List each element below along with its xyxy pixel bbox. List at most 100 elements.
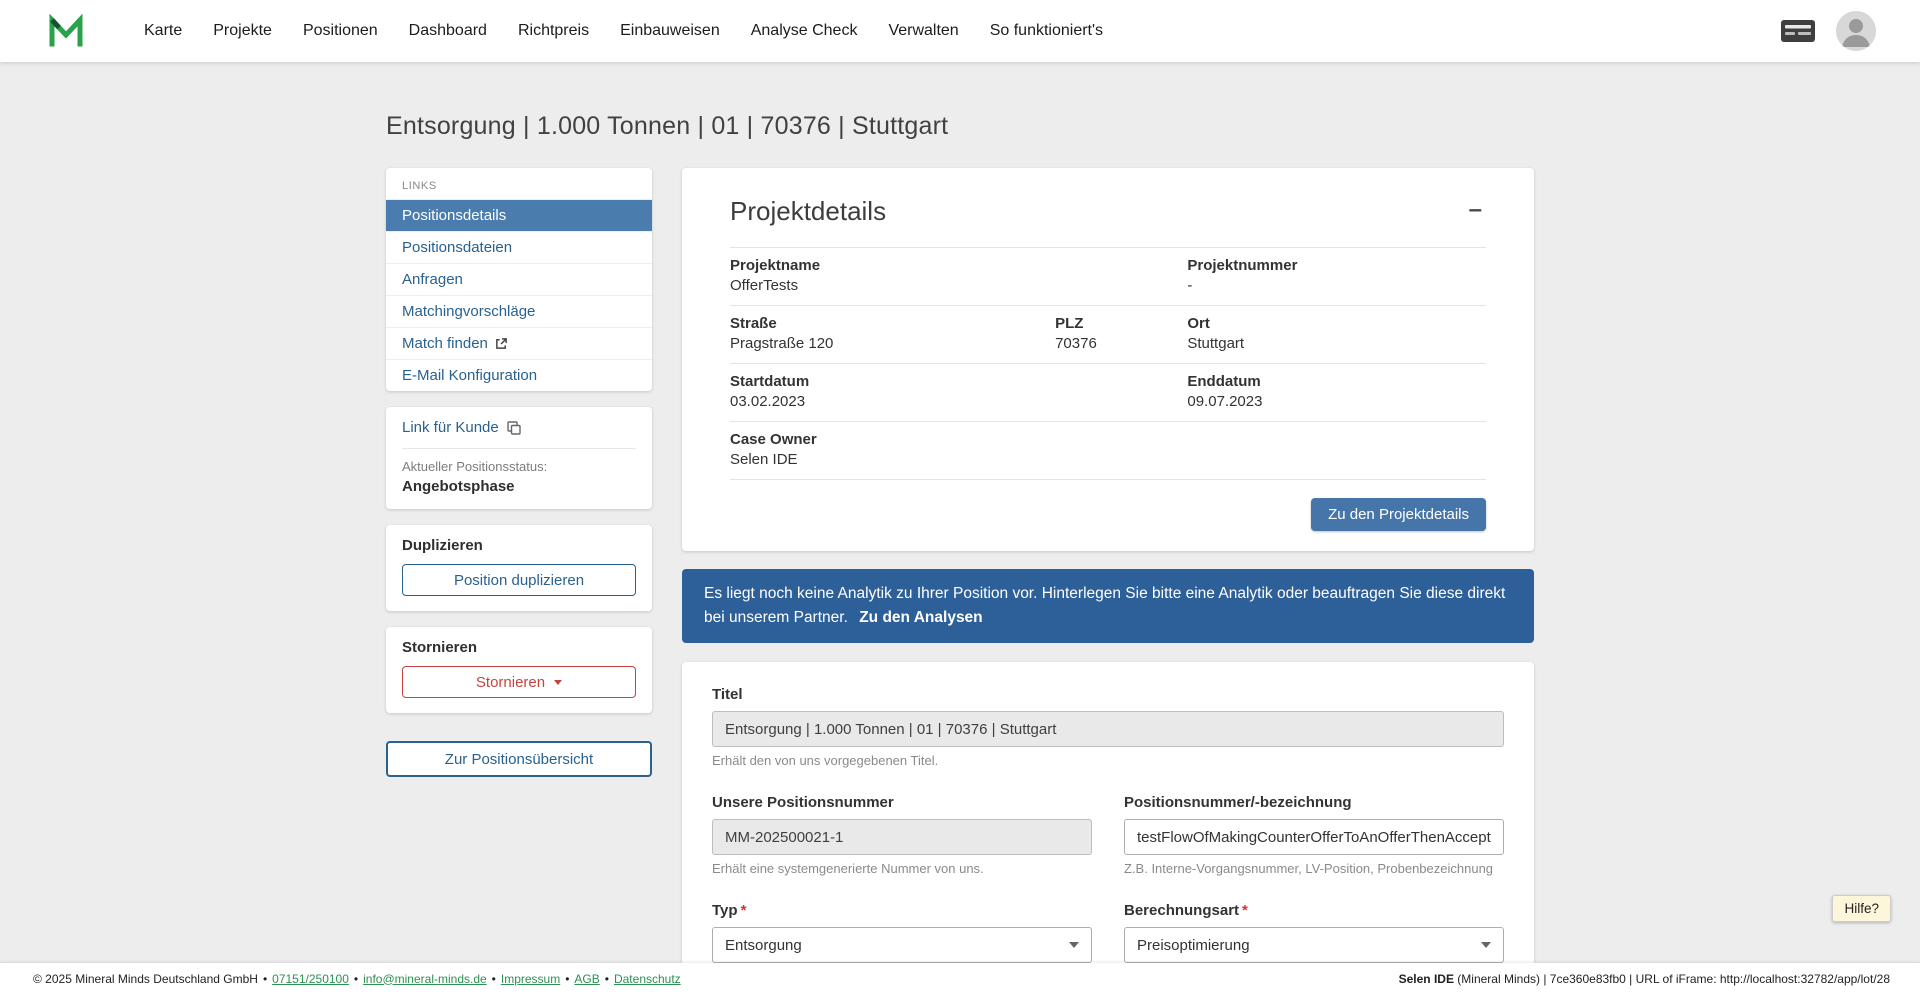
typ-select-value: Entsorgung <box>725 936 802 954</box>
hilfe-button[interactable]: Hilfe? <box>1832 895 1891 922</box>
footer-separator: • <box>491 971 496 986</box>
navbar-right <box>1780 11 1876 51</box>
projektdetails-heading: Projektdetails <box>730 196 887 226</box>
table-row: Projektname OfferTests Projektnummer - <box>730 247 1486 305</box>
session-details: (Mineral Minds) | 7ce360e83fb0 | URL of … <box>1453 971 1890 986</box>
bezeichnung-field: Positionsnummer/-bezeichnung Z.B. Intern… <box>1124 794 1504 876</box>
plz-field: PLZ 70376 <box>1055 315 1097 352</box>
sidebar-links-card: LINKS Positionsdetails Positionsdateien … <box>386 168 652 391</box>
duplizieren-heading: Duplizieren <box>402 537 483 554</box>
required-mark: * <box>1242 902 1248 920</box>
titel-field: Titel Erhält den von uns vorgegebenen Ti… <box>712 686 1504 768</box>
position-status-value: Angebotsphase <box>402 478 515 495</box>
top-navbar: Karte Projekte Positionen Dashboard Rich… <box>0 0 1920 62</box>
berechnungsart-select[interactable]: Preisoptimierung <box>1124 927 1504 964</box>
copy-icon[interactable] <box>507 420 521 435</box>
footer: © 2025 Mineral Minds Deutschland GmbH • … <box>0 963 1920 994</box>
enddatum-field: Enddatum 09.07.2023 <box>1187 373 1263 410</box>
typ-label: Typ <box>712 902 738 920</box>
footer-separator: • <box>262 971 268 986</box>
collapse-icon[interactable]: – <box>1465 196 1486 224</box>
sidebar-item-positionsdetails[interactable]: Positionsdetails <box>386 199 652 231</box>
nav-item-dashboard[interactable]: Dashboard <box>409 22 487 40</box>
required-mark: * <box>740 902 747 920</box>
mineral-minds-logo[interactable] <box>44 9 88 53</box>
footer-session-info: Selen IDE (Mineral Minds) | 7ce360e83fb0… <box>1399 972 1890 986</box>
chevron-down-icon <box>1481 942 1491 949</box>
stornieren-card: Stornieren Stornieren <box>386 627 652 713</box>
projektname-field: Projektname OfferTests <box>730 257 821 294</box>
card-reader-icon[interactable] <box>1780 18 1816 44</box>
position-status-label: Aktueller Positionsstatus: <box>402 459 548 474</box>
page-container: Entsorgung | 1.000 Tonnen | 01 | 70376 |… <box>386 112 1534 994</box>
status-card: Link für Kunde Aktueller Positionsstatus… <box>386 407 652 509</box>
user-avatar-icon[interactable] <box>1836 11 1876 51</box>
positionsnummer-input <box>712 819 1092 856</box>
bezeichnung-input[interactable] <box>1124 819 1504 856</box>
table-row: Case Owner Selen IDE <box>730 421 1486 479</box>
ort-field: Ort Stuttgart <box>1187 315 1245 352</box>
datenschutz-link[interactable]: Datenschutz <box>614 972 681 986</box>
footer-separator: • <box>565 971 570 986</box>
page-title: Entsorgung | 1.000 Tonnen | 01 | 70376 |… <box>386 112 949 140</box>
case-owner-field: Case Owner Selen IDE <box>730 431 817 468</box>
agb-link[interactable]: AGB <box>574 972 599 986</box>
nav-item-analyse-check[interactable]: Analyse Check <box>751 22 858 40</box>
zur-positionsuebersicht-button[interactable]: Zur Positionsübersicht <box>386 741 652 777</box>
titel-help: Erhält den von uns vorgegebenen Titel. <box>712 753 939 769</box>
sidebar-item-label: Match finden <box>402 335 488 352</box>
session-user: Selen IDE <box>1398 971 1454 986</box>
positionsnummer-field: Unsere Positionsnummer Erhält eine syste… <box>712 794 1092 876</box>
strasse-field: Straße Pragstraße 120 <box>730 315 834 352</box>
sidebar-item-match-finden[interactable]: Match finden <box>386 327 652 359</box>
footer-separator: • <box>604 971 609 986</box>
duplizieren-card: Duplizieren Position duplizieren <box>386 525 652 611</box>
nav-item-projekte[interactable]: Projekte <box>213 22 272 40</box>
titel-input <box>712 711 1504 748</box>
nav-item-verwalten[interactable]: Verwalten <box>888 22 958 40</box>
table-row: Startdatum 03.02.2023 Enddatum 09.07.202… <box>730 363 1486 421</box>
bezeichnung-help: Z.B. Interne-Vorgangsnummer, LV-Position… <box>1124 861 1494 877</box>
chevron-down-icon <box>1069 942 1079 949</box>
nav-item-richtpreis[interactable]: Richtpreis <box>518 22 589 40</box>
nav-item-so-funktionierts[interactable]: So funktioniert's <box>990 22 1103 40</box>
chevron-down-icon <box>554 679 563 685</box>
zu-den-analysen-link[interactable]: Zu den Analysen <box>859 609 982 626</box>
stornieren-button[interactable]: Stornieren <box>402 666 636 698</box>
main-nav: Karte Projekte Positionen Dashboard Rich… <box>144 22 1103 40</box>
sidebar-item-positionsdateien[interactable]: Positionsdateien <box>386 231 652 263</box>
position-duplizieren-button[interactable]: Position duplizieren <box>402 564 636 596</box>
sidebar-item-anfragen[interactable]: Anfragen <box>386 263 652 295</box>
stornieren-heading: Stornieren <box>402 639 478 656</box>
link-fuer-kunde[interactable]: Link für Kunde <box>402 419 499 436</box>
main-content: Projektdetails – Projektname OfferTests … <box>682 168 1534 994</box>
nav-item-positionen[interactable]: Positionen <box>303 22 378 40</box>
projektdetails-card: Projektdetails – Projektname OfferTests … <box>682 168 1534 551</box>
analytik-banner-text: Es liegt noch keine Analytik zu Ihrer Po… <box>704 585 1506 627</box>
berechnungsart-select-value: Preisoptimierung <box>1137 936 1250 954</box>
nav-item-karte[interactable]: Karte <box>144 22 182 40</box>
nav-item-einbauweisen[interactable]: Einbauweisen <box>620 22 720 40</box>
bezeichnung-label: Positionsnummer/-bezeichnung <box>1124 794 1352 812</box>
sidebar: LINKS Positionsdetails Positionsdateien … <box>386 168 652 777</box>
footer-left: © 2025 Mineral Minds Deutschland GmbH • … <box>33 972 681 986</box>
phone-link[interactable]: 07151/250100 <box>272 972 349 986</box>
positionsnummer-help: Erhält eine systemgenerierte Nummer von … <box>712 861 984 877</box>
sidebar-item-matchingvorschlaege[interactable]: Matchingvorschläge <box>386 295 652 327</box>
sidebar-item-email-konfiguration[interactable]: E-Mail Konfiguration <box>386 359 652 391</box>
links-header: LINKS <box>402 180 437 192</box>
projektnummer-field: Projektnummer - <box>1187 257 1298 294</box>
impressum-link[interactable]: Impressum <box>501 972 560 986</box>
startdatum-field: Startdatum 03.02.2023 <box>730 373 810 410</box>
footer-separator: • <box>353 971 359 986</box>
logo-m-icon <box>49 13 83 47</box>
typ-select[interactable]: Entsorgung <box>712 927 1092 964</box>
position-form-card: Titel Erhält den von uns vorgegebenen Ti… <box>682 662 1534 994</box>
copyright-text: © 2025 Mineral Minds Deutschland GmbH <box>33 971 258 986</box>
zu-den-projektdetails-button[interactable]: Zu den Projektdetails <box>1311 498 1486 531</box>
stornieren-button-label: Stornieren <box>475 673 546 691</box>
berechnungsart-label: Berechnungsart <box>1124 902 1240 920</box>
email-link[interactable]: info@mineral-minds.de <box>363 972 487 986</box>
external-link-icon <box>496 338 507 349</box>
project-details-table: Projektname OfferTests Projektnummer - S… <box>730 247 1486 480</box>
